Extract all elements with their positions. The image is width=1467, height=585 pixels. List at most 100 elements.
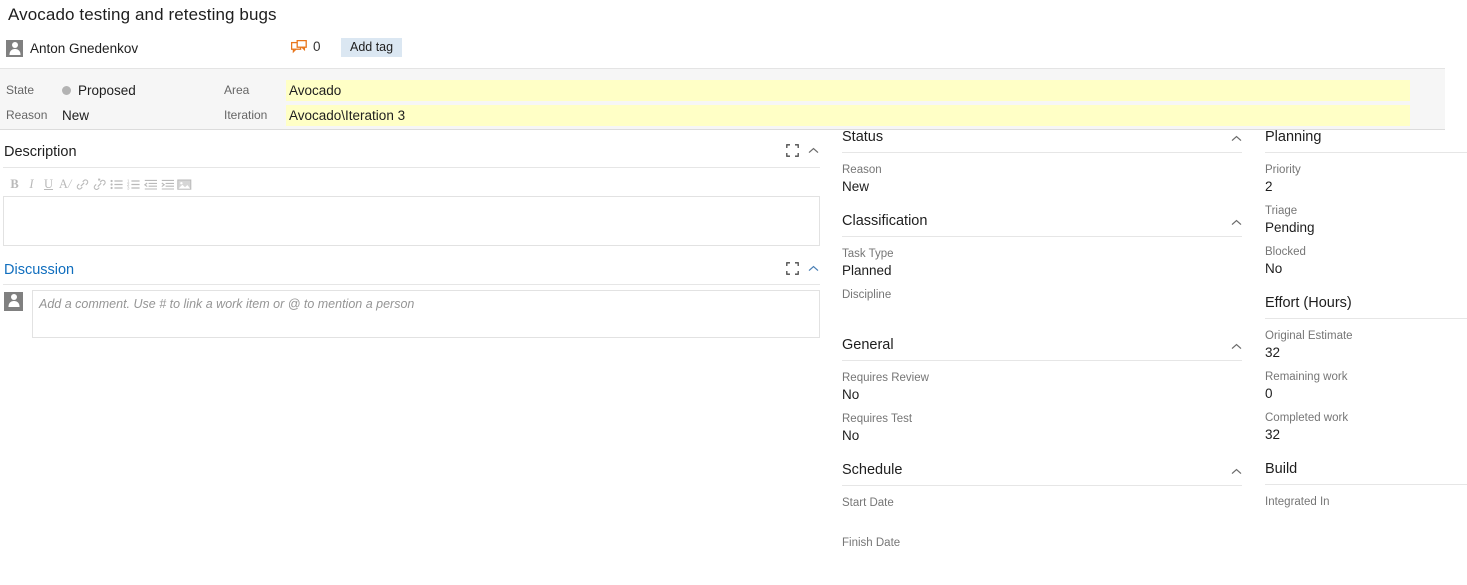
field-label-task-type: Task Type <box>842 248 894 260</box>
section-divider <box>842 152 1242 153</box>
field-value-triage[interactable]: Pending <box>1265 220 1467 235</box>
indent-icon[interactable] <box>159 174 176 194</box>
comment-input[interactable]: Add a comment. Use # to link a work item… <box>32 290 820 338</box>
section-title: Build <box>1265 461 1298 477</box>
state-value: Proposed <box>78 82 136 98</box>
iteration-label: Iteration <box>224 108 268 122</box>
section-title: Status <box>842 129 884 145</box>
field-value-finish-date[interactable] <box>842 552 1242 566</box>
underline-icon[interactable]: U <box>40 174 57 194</box>
bullet-list-icon[interactable] <box>108 174 125 194</box>
person-avatar-icon <box>6 39 23 57</box>
section-build: Build Integrated In <box>1265 461 1467 525</box>
expand-icon[interactable] <box>786 262 799 275</box>
section-status: Status Reason New <box>842 129 1242 194</box>
field-label-finish-date: Finish Date <box>842 537 901 549</box>
comment-bubbles-icon <box>291 39 307 53</box>
field-label-integrated-in: Integrated In <box>1265 496 1330 508</box>
section-title: General <box>842 337 894 353</box>
state-label: State <box>6 83 35 97</box>
chevron-up-icon[interactable] <box>1231 468 1242 478</box>
italic-icon[interactable]: I <box>23 174 40 194</box>
chevron-up-icon[interactable] <box>1231 135 1242 145</box>
description-editor-toolbar[interactable]: B I U A ╱ 123 <box>3 173 820 195</box>
work-item-body: Description B I U A ╱ 123 Discussion Add… <box>0 129 1467 562</box>
section-header-build[interactable]: Build <box>1265 461 1467 477</box>
iteration-value[interactable]: Avocado\Iteration 3 <box>286 104 1410 126</box>
area-value[interactable]: Avocado <box>286 79 1410 101</box>
section-divider <box>842 236 1242 237</box>
chevron-up-icon[interactable] <box>1231 343 1242 353</box>
field-value-blocked[interactable]: No <box>1265 261 1467 276</box>
field-value-task-type[interactable]: Planned <box>842 263 1242 278</box>
section-divider <box>842 360 1242 361</box>
field-label-remaining-work: Remaining work <box>1265 371 1348 383</box>
expand-icon[interactable] <box>786 144 799 157</box>
chevron-up-icon[interactable] <box>1231 219 1242 229</box>
field-value-requires-test[interactable]: No <box>842 428 1242 443</box>
link-icon[interactable] <box>74 174 91 194</box>
field-value-remaining-work[interactable]: 0 <box>1265 386 1467 401</box>
field-label-start-date: Start Date <box>842 497 894 509</box>
field-value-original-estimate[interactable]: 32 <box>1265 345 1467 360</box>
assigned-to-group[interactable]: Anton Gnedenkov <box>6 37 138 59</box>
add-tag-button[interactable]: Add tag <box>341 38 403 57</box>
numbered-list-icon[interactable]: 123 <box>125 174 142 194</box>
area-field-row[interactable]: Area Avocado <box>224 79 1410 101</box>
field-label-original-estimate: Original Estimate <box>1265 330 1353 342</box>
field-value-completed-work[interactable]: 32 <box>1265 427 1467 442</box>
field-label-blocked: Blocked <box>1265 246 1306 258</box>
description-controls <box>786 144 819 157</box>
reason-field-row[interactable]: Reason New <box>6 104 89 126</box>
discussion-title[interactable]: Discussion <box>4 262 74 278</box>
field-label-requires-review: Requires Review <box>842 372 929 384</box>
field-value-integrated-in[interactable] <box>1265 511 1467 525</box>
description-divider <box>3 167 820 168</box>
section-planning: Planning Priority 2 Triage Pending Blocked No <box>1265 129 1467 276</box>
field-value-priority[interactable]: 2 <box>1265 179 1467 194</box>
insert-image-icon[interactable] <box>176 174 193 194</box>
field-value-reason[interactable]: New <box>842 179 1242 194</box>
field-value-requires-review[interactable]: No <box>842 387 1242 402</box>
state-dot-icon <box>62 85 71 95</box>
clear-formatting-icon[interactable]: A ╱ <box>57 174 74 194</box>
field-label-reason: Reason <box>842 164 882 176</box>
section-schedule: Schedule Start Date Finish Date <box>842 462 1242 566</box>
unlink-icon[interactable] <box>91 174 108 194</box>
section-title: Classification <box>842 213 928 229</box>
bold-icon[interactable]: B <box>6 174 23 194</box>
section-header-classification[interactable]: Classification <box>842 213 1242 229</box>
section-header-planning[interactable]: Planning <box>1265 129 1467 145</box>
iteration-field-row[interactable]: Iteration Avocado\Iteration 3 <box>224 104 1410 126</box>
section-divider <box>1265 152 1467 153</box>
person-avatar-icon <box>4 292 23 311</box>
description-editor[interactable] <box>3 196 820 246</box>
svg-text:3: 3 <box>127 185 130 190</box>
state-field-row[interactable]: State Proposed <box>6 79 136 101</box>
field-value-start-date[interactable] <box>842 512 1242 526</box>
comment-count-group[interactable]: 0 <box>291 39 321 54</box>
section-header-schedule[interactable]: Schedule <box>842 462 1242 478</box>
section-header-status[interactable]: Status <box>842 129 1242 145</box>
middle-column: Status Reason New Classification Task Type Pl… <box>842 129 1242 585</box>
reason-value: New <box>62 107 90 123</box>
comment-count: 0 <box>313 39 321 54</box>
outdent-icon[interactable] <box>142 174 159 194</box>
section-title: Planning <box>1265 129 1322 145</box>
section-general: General Requires Review No Requires Test No <box>842 337 1242 443</box>
chevron-up-icon[interactable] <box>808 147 819 155</box>
section-header-effort-hours[interactable]: Effort (Hours) <box>1265 295 1467 311</box>
section-divider <box>1265 484 1467 485</box>
chevron-up-icon[interactable] <box>808 265 819 273</box>
section-header-general[interactable]: General <box>842 337 1242 353</box>
field-value-discipline[interactable] <box>842 304 1242 318</box>
field-label-completed-work: Completed work <box>1265 412 1349 424</box>
description-title: Description <box>4 144 77 160</box>
field-label-triage: Triage <box>1265 205 1298 217</box>
section-divider <box>1265 318 1467 319</box>
